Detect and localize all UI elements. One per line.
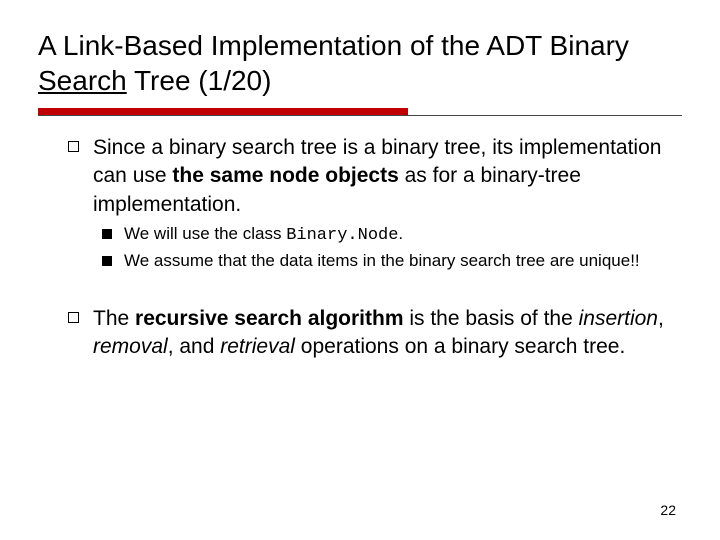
sub-list: We will use the class Binary.Node. We as…: [68, 223, 682, 273]
t: The: [93, 307, 135, 330]
t-bold: the same node objects: [172, 164, 398, 187]
solid-square-icon: [102, 256, 112, 266]
title-a: A Link-Based Implementation of the ADT B…: [38, 30, 629, 61]
item-text: Since a binary search tree is a binary t…: [93, 134, 682, 219]
t-italic: removal: [93, 335, 168, 358]
item-text: The recursive search algorithm is the ba…: [93, 305, 682, 362]
list-item: We assume that the data items in the bin…: [102, 250, 682, 273]
open-square-icon: [68, 141, 79, 152]
title-c: Tree (1/20): [127, 65, 272, 96]
t-italic: retrieval: [220, 335, 295, 358]
rule-thin: [38, 115, 682, 116]
list-item: Since a binary search tree is a binary t…: [68, 134, 682, 219]
rule-red: [38, 108, 408, 115]
t-code: Binary.Node: [286, 226, 398, 245]
title-b: Search: [38, 65, 127, 96]
item-text: We will use the class Binary.Node.: [124, 223, 682, 248]
open-square-icon: [68, 312, 79, 323]
t: operations on a binary search tree.: [295, 335, 625, 358]
solid-square-icon: [102, 229, 112, 239]
slide-title: A Link-Based Implementation of the ADT B…: [38, 28, 682, 98]
list-item: We will use the class Binary.Node.: [102, 223, 682, 248]
t: , and: [168, 335, 221, 358]
t: ,: [658, 307, 664, 330]
page-number: 22: [660, 502, 676, 518]
item-text: We assume that the data items in the bin…: [124, 250, 682, 273]
title-rule: [38, 108, 682, 116]
bullet-list: Since a binary search tree is a binary t…: [38, 134, 682, 362]
list-item: The recursive search algorithm is the ba…: [68, 305, 682, 362]
t-italic: insertion: [579, 307, 658, 330]
t-bold: recursive search algorithm: [135, 307, 403, 330]
t: .: [398, 224, 403, 243]
t: is the basis of the: [404, 307, 579, 330]
t: We will use the class: [124, 224, 286, 243]
